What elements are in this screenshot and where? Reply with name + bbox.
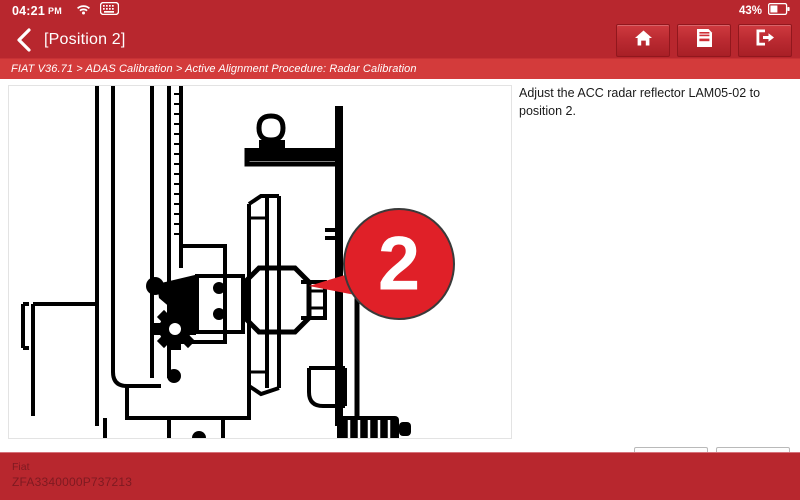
status-bar: 04:21 PM 43% bbox=[0, 0, 800, 22]
title-bar: [Position 2] bbox=[0, 22, 800, 58]
exit-button[interactable] bbox=[738, 23, 792, 57]
status-clock-time: 04:21 bbox=[12, 4, 45, 18]
diagram-panel: 2 bbox=[8, 85, 512, 439]
report-button[interactable] bbox=[677, 23, 731, 57]
main-content: 2 Adjust the ACC radar reflector LAM05-0… bbox=[0, 79, 800, 487]
page-title: [Position 2] bbox=[44, 31, 126, 48]
home-icon bbox=[634, 29, 653, 52]
breadcrumb: FIAT V36.71 > ADAS Calibration > Active … bbox=[0, 58, 800, 79]
report-document-icon bbox=[696, 28, 713, 53]
keyboard-icon[interactable] bbox=[99, 1, 120, 20]
header-button-group bbox=[616, 23, 800, 57]
battery-icon bbox=[767, 2, 790, 20]
vehicle-make-label: Fiat bbox=[12, 461, 30, 473]
wifi-icon bbox=[76, 2, 91, 20]
status-clock-ampm: PM bbox=[47, 6, 63, 16]
instruction-text: Adjust the ACC radar reflector LAM05-02 … bbox=[519, 86, 761, 118]
home-button[interactable] bbox=[616, 23, 670, 57]
vehicle-info-footer: Fiat ZFA3340000P737213 bbox=[0, 452, 800, 500]
exit-arrow-icon bbox=[755, 28, 775, 52]
calibration-diagram: 2 bbox=[9, 86, 511, 438]
battery-percent-label: 43% bbox=[738, 5, 762, 17]
svg-text:2: 2 bbox=[378, 222, 420, 307]
back-chevron-icon[interactable] bbox=[10, 25, 36, 55]
vehicle-vin-label: ZFA3340000P737213 bbox=[12, 475, 133, 490]
breadcrumb-text: FIAT V36.71 > ADAS Calibration > Active … bbox=[11, 63, 417, 75]
